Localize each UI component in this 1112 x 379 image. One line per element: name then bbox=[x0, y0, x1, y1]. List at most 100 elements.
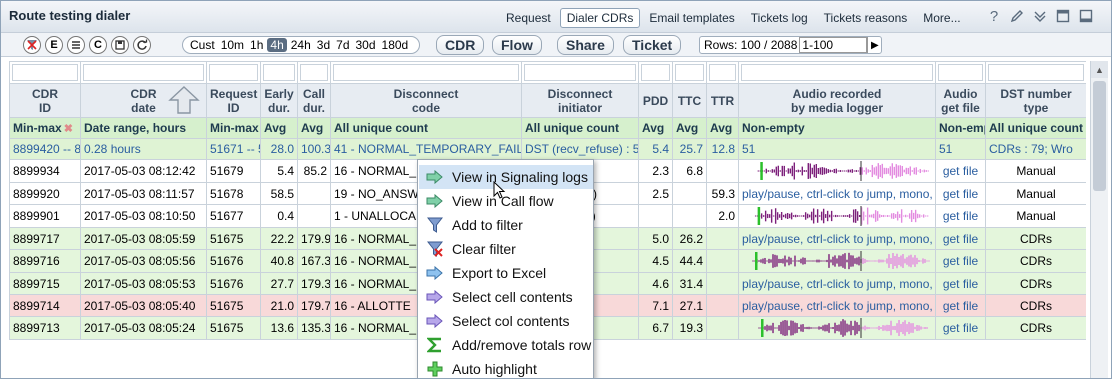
clear-aggregate-icon[interactable]: ✖ bbox=[64, 123, 73, 135]
cell-audio-get-file[interactable]: get file bbox=[935, 227, 986, 250]
tab-dialer-cdrs[interactable]: Dialer CDRs bbox=[559, 8, 641, 28]
tab-tickets-reasons[interactable]: Tickets reasons bbox=[817, 8, 915, 28]
audio-waveform[interactable] bbox=[741, 318, 931, 338]
aggregate-cell[interactable]: Avg bbox=[260, 117, 298, 139]
column-header-disconnect-initiator[interactable]: Disconnect initiator bbox=[521, 83, 639, 118]
clear-filter-icon[interactable] bbox=[23, 36, 41, 54]
totals-cell[interactable]: 51 bbox=[738, 138, 936, 160]
ticket-button[interactable]: Ticket bbox=[623, 35, 682, 55]
filter-cell-dst-number-type[interactable] bbox=[985, 61, 1086, 84]
column-header-audio-get-file[interactable]: Audio get file bbox=[935, 83, 986, 118]
totals-cell[interactable]: 0.28 hours bbox=[80, 138, 207, 160]
column-header-request-id[interactable]: Request ID bbox=[206, 83, 261, 118]
column-header-call-dur[interactable]: Call dur. bbox=[297, 83, 331, 118]
audio-waveform[interactable] bbox=[741, 161, 931, 181]
cell-audio-get-file[interactable]: get file bbox=[935, 204, 986, 228]
refresh-icon[interactable] bbox=[133, 36, 151, 54]
column-header-disconnect-code[interactable]: Disconnect code bbox=[330, 83, 522, 118]
menu-item-export-to-excel[interactable]: Export to Excel bbox=[419, 261, 593, 285]
totals-cell[interactable]: 41 - NORMAL_TEMPORARY_FAILU bbox=[330, 138, 522, 160]
menu-item-select-cell-contents[interactable]: Select cell contents bbox=[419, 285, 593, 309]
totals-cell[interactable]: 5.4 bbox=[638, 138, 673, 160]
tab-email-templates[interactable]: Email templates bbox=[642, 8, 741, 28]
cell-audio-recorded[interactable] bbox=[738, 316, 936, 340]
rows-range-input[interactable] bbox=[799, 37, 868, 53]
period-24h[interactable]: 24h bbox=[289, 38, 313, 52]
period-cust[interactable]: Cust bbox=[188, 38, 217, 52]
totals-cell[interactable]: 8899420 -- 8 bbox=[9, 138, 81, 160]
export-e-button[interactable]: E bbox=[45, 36, 63, 54]
cell-audio-recorded[interactable]: play/pause, ctrl-click to jump, mono, 8 bbox=[738, 182, 936, 205]
aggregate-cell[interactable]: Avg bbox=[706, 117, 739, 139]
column-header-ttr[interactable]: TTR bbox=[706, 83, 739, 118]
column-header-cdr-id[interactable]: CDR ID bbox=[9, 83, 81, 118]
play-icon[interactable]: ▶ bbox=[867, 37, 881, 53]
filter-cell-audio-get-file[interactable] bbox=[935, 61, 986, 84]
period-4h[interactable]: 4h bbox=[267, 38, 287, 52]
filter-input[interactable] bbox=[675, 64, 704, 81]
filter-cell-cdr-date[interactable] bbox=[80, 61, 207, 84]
column-header-audio-recorded[interactable]: Audio recorded by media logger bbox=[738, 83, 936, 118]
period-1h[interactable]: 1h bbox=[248, 38, 265, 52]
period-7d[interactable]: 7d bbox=[334, 38, 351, 52]
cell-audio-get-file[interactable]: get file bbox=[935, 316, 986, 340]
filter-input[interactable] bbox=[209, 64, 258, 81]
filter-cell-ttr[interactable] bbox=[706, 61, 739, 84]
filter-input[interactable] bbox=[12, 64, 78, 81]
filter-cell-pdd[interactable] bbox=[638, 61, 673, 84]
period-180d[interactable]: 180d bbox=[380, 38, 411, 52]
aggregate-cell[interactable]: Date range, hours bbox=[80, 117, 207, 139]
sort-arrow-icon[interactable] bbox=[167, 85, 201, 115]
period-10m[interactable]: 10m bbox=[219, 38, 246, 52]
maximize-icon[interactable] bbox=[1054, 7, 1072, 25]
totals-cell[interactable]: 51 bbox=[935, 138, 986, 160]
filter-input[interactable] bbox=[938, 64, 983, 81]
totals-cell[interactable]: 100.3 bbox=[297, 138, 331, 160]
save-icon[interactable] bbox=[111, 36, 129, 54]
flow-button[interactable]: Flow bbox=[492, 35, 542, 55]
tab-more[interactable]: More... bbox=[916, 8, 967, 28]
totals-cell[interactable]: 12.8 bbox=[706, 138, 739, 160]
filter-input[interactable] bbox=[988, 64, 1084, 81]
aggregate-cell[interactable]: Avg bbox=[672, 117, 707, 139]
totals-cell[interactable]: 51671 -- 5 bbox=[206, 138, 261, 160]
vertical-scrollbar[interactable]: ▲ bbox=[1090, 61, 1108, 378]
cell-audio-get-file[interactable]: get file bbox=[935, 272, 986, 295]
cdr-button[interactable]: CDR bbox=[436, 35, 485, 55]
cell-audio-recorded[interactable] bbox=[738, 204, 936, 228]
aggregate-cell[interactable]: All unique count bbox=[330, 117, 522, 139]
help-icon[interactable]: ? bbox=[985, 7, 1003, 25]
cell-audio-recorded[interactable]: play/pause, ctrl-click to jump, mono, 8 bbox=[738, 227, 936, 250]
menu-item-add-remove-totals-row[interactable]: Add/remove totals row bbox=[419, 333, 593, 357]
totals-cell[interactable]: DST (recv_refuse) : 5 bbox=[521, 138, 639, 160]
cell-audio-get-file[interactable]: get file bbox=[935, 294, 986, 317]
column-header-dst-number-type[interactable]: DST number type bbox=[985, 83, 1086, 118]
filter-cell-audio-recorded[interactable] bbox=[738, 61, 936, 84]
filter-cell-early-dur[interactable] bbox=[260, 61, 298, 84]
cell-audio-recorded[interactable] bbox=[738, 159, 936, 183]
aggregate-cell[interactable]: Min-max ✖ bbox=[9, 117, 81, 139]
share-button[interactable]: Share bbox=[557, 35, 614, 55]
edit-icon[interactable] bbox=[1008, 7, 1026, 25]
cell-audio-recorded[interactable] bbox=[738, 249, 936, 273]
filter-input[interactable] bbox=[83, 64, 204, 81]
audio-waveform[interactable] bbox=[741, 251, 931, 271]
tab-tickets-log[interactable]: Tickets log bbox=[744, 8, 815, 28]
totals-cell[interactable]: CDRs : 79; Wro bbox=[985, 138, 1086, 160]
collapse-icon[interactable] bbox=[1031, 7, 1049, 25]
cell-audio-recorded[interactable]: play/pause, ctrl-click to jump, mono, 8 bbox=[738, 294, 936, 317]
menu-item-auto-highlight[interactable]: Auto highlight bbox=[419, 357, 593, 378]
filter-cell-disconnect-code[interactable] bbox=[330, 61, 522, 84]
aggregate-cell[interactable]: Non-empty bbox=[935, 117, 986, 139]
aggregate-cell[interactable]: Avg bbox=[297, 117, 331, 139]
filter-cell-disconnect-initiator[interactable] bbox=[521, 61, 639, 84]
totals-cell[interactable]: 28.0 bbox=[260, 138, 298, 160]
filter-input[interactable] bbox=[263, 64, 295, 81]
audio-waveform[interactable] bbox=[741, 206, 931, 226]
filter-input[interactable] bbox=[641, 64, 670, 81]
column-header-early-dur[interactable]: Early dur. bbox=[260, 83, 298, 118]
cell-audio-recorded[interactable]: play/pause, ctrl-click to jump, mono, 8 bbox=[738, 272, 936, 295]
period-30d[interactable]: 30d bbox=[354, 38, 378, 52]
aggregate-cell[interactable]: Avg bbox=[638, 117, 673, 139]
filter-cell-request-id[interactable] bbox=[206, 61, 261, 84]
